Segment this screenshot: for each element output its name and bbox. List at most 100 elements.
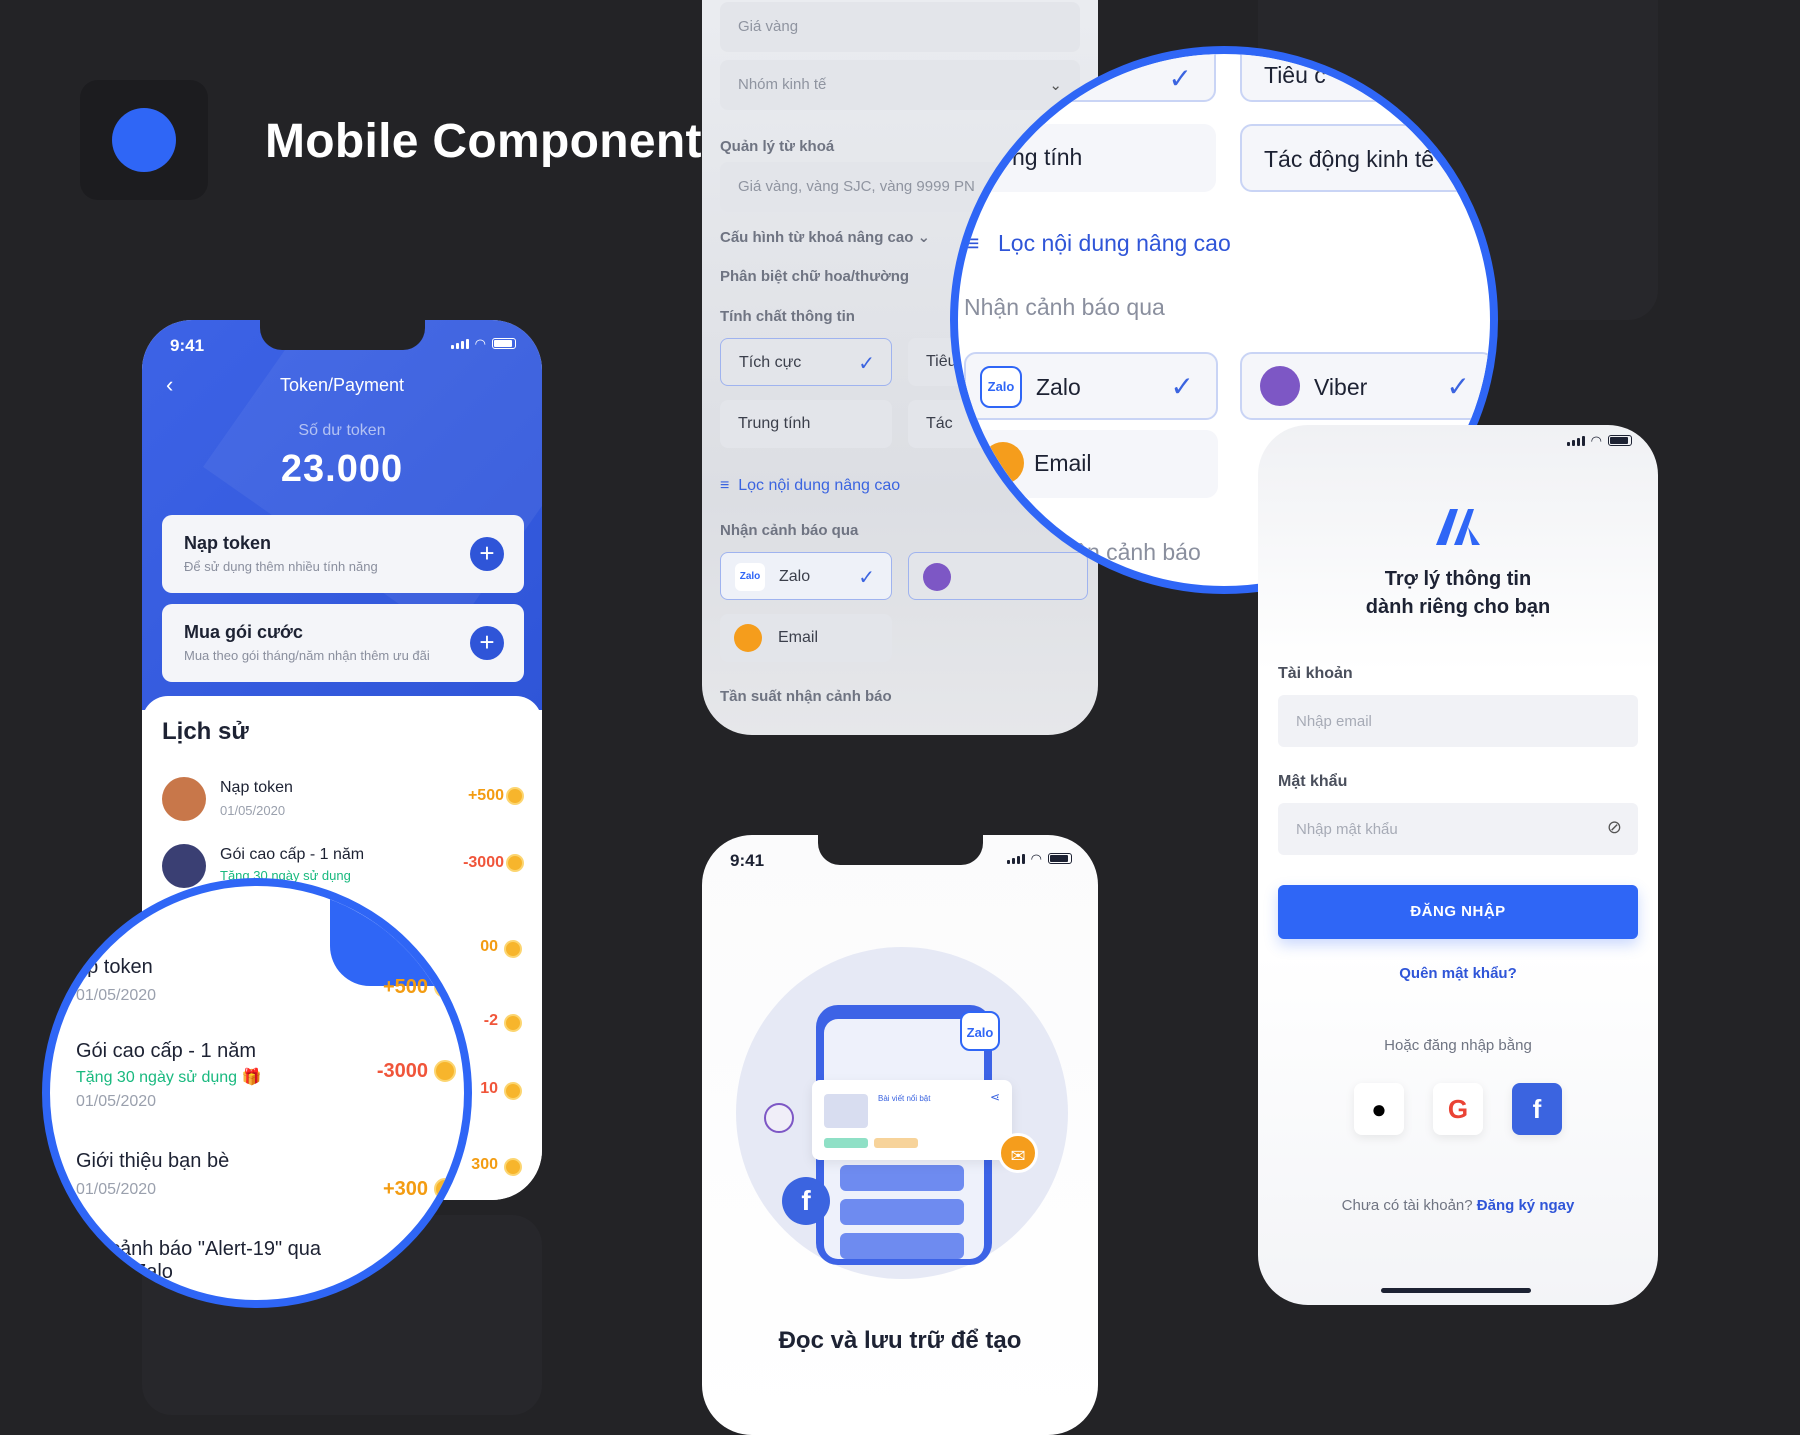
check-icon: ✓ [1170, 371, 1194, 402]
history-row[interactable]: Nạp token 01/05/2020 +500 [162, 775, 524, 835]
login-button[interactable]: ĐĂNG NHẬP [1278, 885, 1638, 939]
plus-icon[interactable]: + [470, 626, 504, 660]
home-indicator [1381, 1288, 1531, 1293]
history-name: Gói cao cấp - 1 năm [220, 846, 365, 863]
forgot-password-link[interactable]: Quên mật khẩu? [1258, 965, 1658, 982]
topup-card[interactable]: Nạp token Để sử dụng thêm nhiều tính năn… [162, 515, 524, 593]
zalo-option[interactable]: Zalo Zalo ✓ [720, 552, 892, 600]
chip-positive[interactable]: Tích cực ✓ [720, 338, 892, 386]
advanced-filter-link[interactable]: ≡ Lọc nội dung nâng cao [966, 230, 1231, 257]
coin-icon [504, 1014, 522, 1032]
zalo-option[interactable]: Zalo Zalo ✓ [964, 352, 1218, 420]
screen-title: Token/Payment [279, 375, 405, 395]
history-row[interactable]: Giới thiệu bạn bè 01/05/2020 +300 [76, 1150, 456, 1200]
no-account-text: Chưa có tài khoản? [1341, 1197, 1473, 1214]
signup-link[interactable]: Đăng ký ngay [1477, 1197, 1575, 1214]
tagline: Trợ lý thông tin dành riêng cho bạn [1258, 565, 1658, 621]
history-row[interactable]: cảnh báo "Alert-19" qua Zalo [110, 1238, 464, 1284]
card-text: Bài viết nổi bật [878, 1094, 931, 1103]
battery-icon [1048, 853, 1072, 864]
history-row[interactable]: ạp token 01/05/2020 +500 [76, 956, 456, 1005]
share-icon: ⋖ [989, 1090, 1000, 1104]
history-name: Giới thiệu bạn bè [76, 1150, 230, 1172]
balance-label: Số dư token [298, 422, 386, 439]
facebook-icon: f [782, 1177, 830, 1225]
password-field[interactable] [1278, 803, 1638, 855]
apple-login-button[interactable]: ● [1354, 1083, 1404, 1135]
history-row[interactable]: Gói cao cấp - 1 năm Tặng 30 ngày sử dụng… [76, 1040, 456, 1111]
chip-label: Tác [926, 415, 953, 432]
wifi-icon: ◠ [474, 336, 486, 351]
case-sensitive-option[interactable]: Phân biệt chữ hoa/thường [720, 268, 909, 285]
plus-icon[interactable]: + [414, 903, 458, 951]
email-option[interactable]: Email [720, 614, 892, 662]
zalo-label: Zalo [779, 568, 811, 585]
chip-neutral[interactable]: Trung tính [720, 400, 892, 448]
illustration-bar [840, 1165, 964, 1191]
wifi-icon: ◠ [1030, 851, 1042, 866]
advanced-filter-link[interactable]: ≡ Lọc nội dung nâng cao [720, 477, 900, 495]
onboarding-heading: Đọc và lưu trữ để tạo [778, 1327, 1022, 1354]
brand-logo-icon [1436, 509, 1480, 545]
or-login-label: Hoặc đăng nhập bằng [1384, 1037, 1532, 1054]
wallet-icon [162, 777, 206, 821]
buy-plan-title: Mua gói cước [184, 622, 303, 642]
chip-economic[interactable]: Tác động kinh tế [1240, 124, 1488, 192]
chip-label: Tác động kinh tế [1264, 146, 1435, 172]
image-placeholder [824, 1094, 868, 1128]
balance-value: 23.000 [280, 448, 404, 490]
logo-dot-icon [112, 108, 176, 172]
email-label: Email [778, 629, 819, 646]
tag-orange [874, 1138, 918, 1148]
filter-icon: ≡ [966, 230, 980, 256]
chip-positive[interactable]: ✓ [968, 54, 1216, 102]
plus-icon[interactable]: + [972, 526, 1020, 574]
coin-icon [504, 1158, 522, 1176]
filter-icon: ≡ [720, 477, 730, 494]
mail-icon: ✉ [998, 1133, 1038, 1173]
crown-icon [162, 844, 206, 888]
history-date: 01/05/2020 [220, 803, 286, 818]
email-field[interactable] [1278, 695, 1638, 747]
chevron-down-icon: ⌄ [917, 229, 931, 246]
chip-neutral[interactable]: ng tính [968, 124, 1216, 192]
notify-label: Nhận cảnh báo qua [720, 522, 859, 539]
viber-icon [1260, 366, 1300, 406]
frequency-label: ất nhận cảnh báo [1023, 539, 1201, 565]
viber-label: Viber [1314, 374, 1368, 400]
email-option[interactable]: Email [964, 430, 1218, 498]
buy-plan-subtitle: Mua theo gói tháng/năm nhận thêm ưu đãi [184, 648, 430, 663]
check-icon: ✓ [1446, 371, 1470, 402]
coin-icon [506, 854, 524, 872]
plus-icon[interactable]: + [470, 537, 504, 571]
eye-off-icon[interactable]: ⊘ [1607, 817, 1622, 838]
tagline-line2: dành riêng cho bạn [1365, 596, 1551, 618]
chip-negative[interactable]: Tiêu c [1240, 54, 1488, 102]
status-icons: ◠ [1566, 433, 1632, 448]
tag-green [824, 1138, 868, 1148]
google-icon: G [1447, 1094, 1469, 1124]
nature-label: Tính chất thông tin [720, 308, 855, 325]
history-magnifier: + ạp token 01/05/2020 +500 Gói cao cấp -… [42, 878, 472, 1308]
keywords-value: Giá vàng, vàng SJC, vàng 9999 PN [738, 178, 975, 195]
viber-icon [764, 1103, 794, 1133]
wifi-icon: ◠ [1590, 433, 1602, 448]
battery-icon [492, 338, 516, 349]
app-logo [80, 80, 208, 200]
illustration-bar [840, 1233, 964, 1259]
history-date: 01/05/2020 [76, 1093, 157, 1110]
viber-option[interactable]: Viber ✓ [1240, 352, 1490, 420]
google-login-button[interactable]: G [1433, 1083, 1483, 1135]
buy-plan-card[interactable]: Mua gói cước Mua theo gói tháng/năm nhận… [162, 604, 524, 682]
gold-field[interactable]: Giá vàng [720, 2, 1080, 52]
history-amount: +500 [467, 787, 504, 804]
facebook-login-button[interactable]: f [1512, 1083, 1562, 1135]
chip-label: Trung tính [738, 415, 811, 432]
facebook-icon: f [1532, 1094, 1542, 1124]
coin-icon [434, 1060, 456, 1082]
chip-label: ng tính [1012, 144, 1083, 170]
notify-label: Nhận cảnh báo qua [964, 294, 1165, 320]
illustration-bar [840, 1199, 964, 1225]
advanced-keywords-toggle[interactable]: Cấu hình từ khoá nâng cao ⌄ [720, 228, 930, 246]
password-label: Mật khẩu [1278, 773, 1348, 790]
